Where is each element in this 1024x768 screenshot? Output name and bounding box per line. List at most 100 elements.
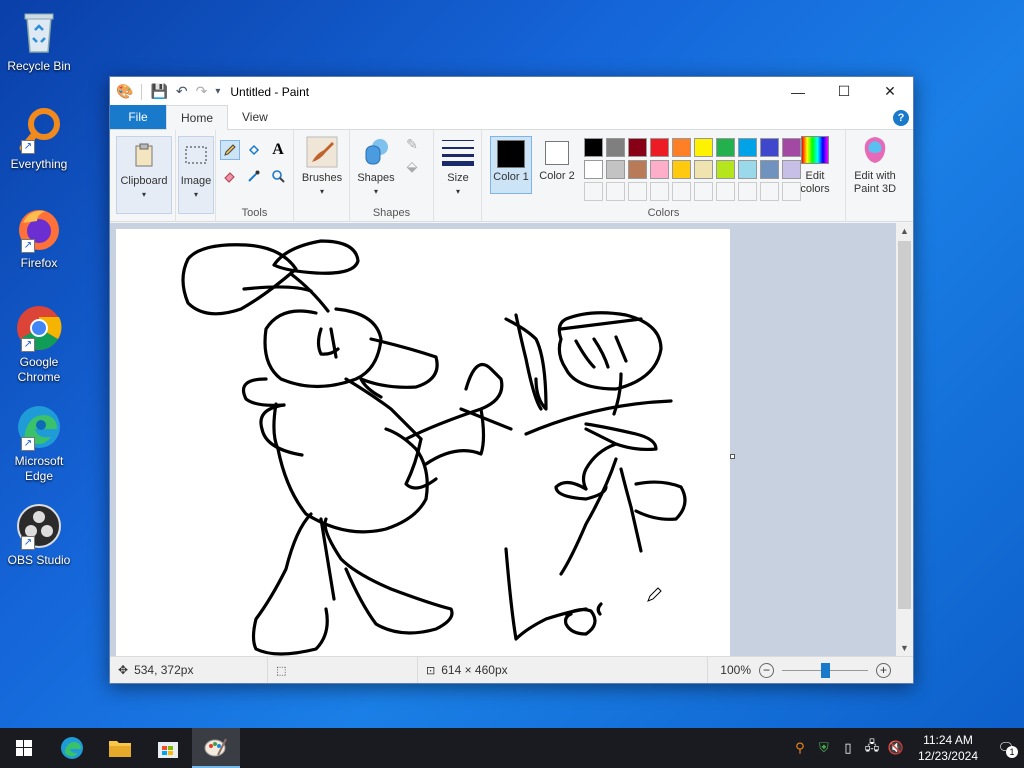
palette-color-swatch[interactable] (760, 160, 779, 179)
scroll-up-icon[interactable]: ▲ (896, 223, 913, 240)
desktop-icon-google-chrome[interactable]: ↗ Google Chrome (4, 304, 74, 385)
vertical-scrollbar[interactable]: ▲ ▼ (896, 223, 913, 657)
palette-empty-swatch[interactable] (628, 182, 647, 201)
palette-color-swatch[interactable] (650, 138, 669, 157)
tools-group-label: Tools (241, 207, 268, 219)
zoom-slider-thumb[interactable] (821, 662, 830, 678)
palette-color-swatch[interactable] (650, 160, 669, 179)
everything-tray-icon[interactable]: ⚲ (788, 740, 812, 756)
color-2-button[interactable]: Color 2 (536, 136, 578, 194)
color-1-label: Color 1 (493, 171, 529, 183)
palette-empty-swatch[interactable] (650, 182, 669, 201)
shortcut-arrow-icon: ↗ (21, 536, 35, 550)
palette-color-swatch[interactable] (738, 160, 757, 179)
color-1-button[interactable]: Color 1 (490, 136, 532, 194)
palette-empty-swatch[interactable] (584, 182, 603, 201)
cursor-move-icon: ✥ (118, 663, 129, 677)
scroll-down-icon[interactable]: ▼ (896, 640, 913, 657)
zoom-in-icon[interactable]: + (876, 662, 891, 678)
edit-with-paint-3d-button[interactable]: Edit with Paint 3D (848, 134, 902, 198)
notification-center-icon[interactable]: 🗨 1 (988, 740, 1024, 758)
close-button[interactable]: ✕ (867, 77, 913, 106)
save-icon[interactable]: 💾 (150, 83, 167, 100)
clock[interactable]: 11:24 AM 12/23/2024 (908, 732, 988, 764)
palette-color-swatch[interactable] (584, 138, 603, 157)
select-icon (180, 139, 212, 171)
undo-icon[interactable]: ↶ (176, 83, 188, 100)
clipboard-group: Clipboard ▾ (114, 130, 176, 222)
fill-icon[interactable]: ⬙ (402, 156, 422, 176)
text-tool-icon[interactable]: A (268, 140, 288, 160)
palette-empty-swatch[interactable] (672, 182, 691, 201)
palette-color-swatch[interactable] (760, 138, 779, 157)
taskbar-edge-button[interactable] (48, 728, 96, 768)
palette-empty-swatch[interactable] (716, 182, 735, 201)
maximize-button[interactable]: ☐ (821, 77, 867, 106)
eraser-icon[interactable] (220, 166, 240, 186)
desktop-icon-recycle-bin[interactable]: Recycle Bin (4, 8, 74, 74)
palette-color-swatch[interactable] (584, 160, 603, 179)
edit-colors-label: Edit colors (800, 170, 830, 195)
palette-color-swatch[interactable] (716, 138, 735, 157)
security-shield-icon[interactable]: ⛨ (812, 740, 836, 756)
zoom-slider[interactable] (782, 662, 868, 678)
palette-color-swatch[interactable] (628, 160, 647, 179)
palette-empty-swatch[interactable] (606, 182, 625, 201)
shapes-button[interactable]: Shapes ▾ (354, 136, 398, 206)
tab-home[interactable]: Home (166, 105, 229, 130)
brushes-button[interactable]: Brushes ▾ (298, 136, 346, 206)
tab-file[interactable]: File (110, 105, 166, 129)
zoom-out-icon[interactable]: − (759, 662, 774, 678)
palette-empty-swatch[interactable] (694, 182, 713, 201)
desktop-icon-label: Microsoft Edge (14, 454, 64, 483)
palette-color-swatch[interactable] (694, 138, 713, 157)
palette-color-swatch[interactable] (606, 138, 625, 157)
palette-color-swatch[interactable] (628, 138, 647, 157)
magnifier-icon[interactable] (268, 166, 288, 186)
desktop-icon-microsoft-edge[interactable]: ↗ Microsoft Edge (4, 403, 74, 484)
desktop-icon-firefox[interactable]: ↗ Firefox (4, 205, 74, 271)
palette-empty-swatch[interactable] (738, 182, 757, 201)
shortcut-arrow-icon: ↗ (21, 140, 35, 154)
size-button[interactable]: Size ▾ (438, 136, 478, 206)
taskbar-store-button[interactable] (144, 728, 192, 768)
desktop-icon-everything[interactable]: ↗ Everything (4, 106, 74, 172)
redo-icon[interactable]: ↷ (196, 83, 208, 100)
desktop-icon-label: Firefox (20, 256, 58, 270)
palette-color-swatch[interactable] (672, 138, 691, 157)
volume-muted-icon[interactable]: 🔇 (884, 740, 908, 756)
image-button[interactable]: Image ▾ (178, 136, 214, 214)
palette-color-swatch[interactable] (606, 160, 625, 179)
color-spectrum-icon (799, 134, 831, 166)
edge-icon (61, 737, 83, 759)
desktop-icon-label: OBS Studio (7, 553, 71, 567)
tab-view[interactable]: View (228, 105, 282, 129)
scrollbar-thumb[interactable] (898, 241, 911, 609)
ribbon: Clipboard ▾ Image ▾ A Tools Brushes ▾ Sh… (110, 130, 913, 222)
taskbar-paint-button[interactable] (192, 728, 240, 768)
canvas-resize-handle[interactable] (730, 454, 735, 459)
drawing-canvas[interactable] (116, 229, 730, 657)
network-icon[interactable]: 🖧 (860, 737, 884, 759)
help-icon[interactable]: ? (893, 110, 909, 126)
palette-color-swatch[interactable] (672, 160, 691, 179)
color-picker-icon[interactable] (244, 166, 264, 186)
palette-color-swatch[interactable] (716, 160, 735, 179)
pencil-icon[interactable] (220, 140, 240, 160)
brush-icon (306, 136, 338, 168)
palette-empty-swatch[interactable] (760, 182, 779, 201)
colors-group: Color 1 Color 2 Edit colors Colors (482, 130, 846, 222)
outline-icon[interactable]: ✎ (402, 134, 422, 154)
palette-color-swatch[interactable] (694, 160, 713, 179)
palette-color-swatch[interactable] (738, 138, 757, 157)
desktop-icon-obs-studio[interactable]: ↗ OBS Studio (4, 502, 74, 568)
image-size-segment: ⊡ 614 × 460px (418, 657, 708, 683)
edit-colors-button[interactable]: Edit colors (794, 134, 836, 198)
taskbar-file-explorer-button[interactable] (96, 728, 144, 768)
minimize-button[interactable]: — (775, 77, 821, 106)
clipboard-button[interactable]: Clipboard ▾ (116, 136, 172, 214)
customize-qat-icon[interactable]: ▾ (215, 86, 220, 97)
start-button[interactable] (0, 728, 48, 768)
usb-device-icon[interactable]: ▯ (836, 740, 860, 756)
fill-bucket-icon[interactable] (244, 140, 264, 160)
